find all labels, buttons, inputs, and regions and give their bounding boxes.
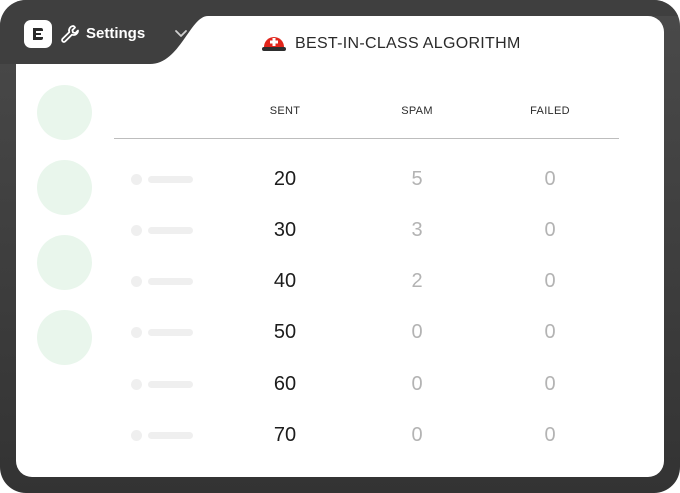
row-placeholder-dot (131, 174, 142, 185)
row-placeholder-dot (131, 225, 142, 236)
spam-value: 3 (411, 219, 423, 241)
sent-value: 70 (273, 424, 297, 446)
table-row: 20 5 0 (0, 164, 680, 194)
failed-value: 0 (544, 219, 556, 241)
table-row: 30 3 0 (0, 215, 680, 245)
column-header-spam: SPAM (401, 105, 433, 117)
spam-value: 0 (411, 373, 423, 395)
logo-e-icon[interactable] (24, 20, 52, 48)
spam-value: 5 (411, 168, 423, 190)
failed-value: 0 (544, 424, 556, 446)
spam-value: 2 (411, 270, 423, 292)
row-placeholder-bar (148, 329, 193, 336)
failed-value: 0 (544, 270, 556, 292)
settings-label[interactable]: Settings (86, 25, 145, 43)
column-header-failed: FAILED (530, 105, 570, 117)
failed-value: 0 (544, 373, 556, 395)
column-header-sent: SENT (269, 105, 301, 117)
sent-value: 60 (273, 373, 297, 395)
row-placeholder-bar (148, 278, 193, 285)
sent-value: 50 (273, 321, 297, 343)
spam-value: 0 (411, 424, 423, 446)
sent-value: 40 (273, 270, 297, 292)
table-row: 70 0 0 (0, 420, 680, 450)
red-helmet-icon (262, 37, 286, 51)
algorithm-title: BEST-IN-CLASS ALGORITHM (295, 35, 521, 52)
row-placeholder-bar (148, 432, 193, 439)
row-placeholder-dot (131, 430, 142, 441)
table-row: 60 0 0 (0, 369, 680, 399)
avatar-placeholder (37, 85, 92, 140)
failed-value: 0 (544, 321, 556, 343)
row-placeholder-dot (131, 327, 142, 338)
app-frame: Settings BEST-IN-CLASS ALGORITHM SENT SP… (0, 0, 680, 493)
content-panel (16, 16, 664, 477)
row-placeholder-bar (148, 381, 193, 388)
sent-value: 30 (273, 219, 297, 241)
chevron-down-icon[interactable] (174, 28, 188, 40)
table-row: 50 0 0 (0, 317, 680, 347)
row-placeholder-bar (148, 227, 193, 234)
wrench-icon[interactable] (60, 24, 80, 44)
header-divider (114, 138, 619, 139)
spam-value: 0 (411, 321, 423, 343)
failed-value: 0 (544, 168, 556, 190)
row-placeholder-dot (131, 276, 142, 287)
sent-value: 20 (273, 168, 297, 190)
row-placeholder-bar (148, 176, 193, 183)
table-row: 40 2 0 (0, 266, 680, 296)
row-placeholder-dot (131, 379, 142, 390)
